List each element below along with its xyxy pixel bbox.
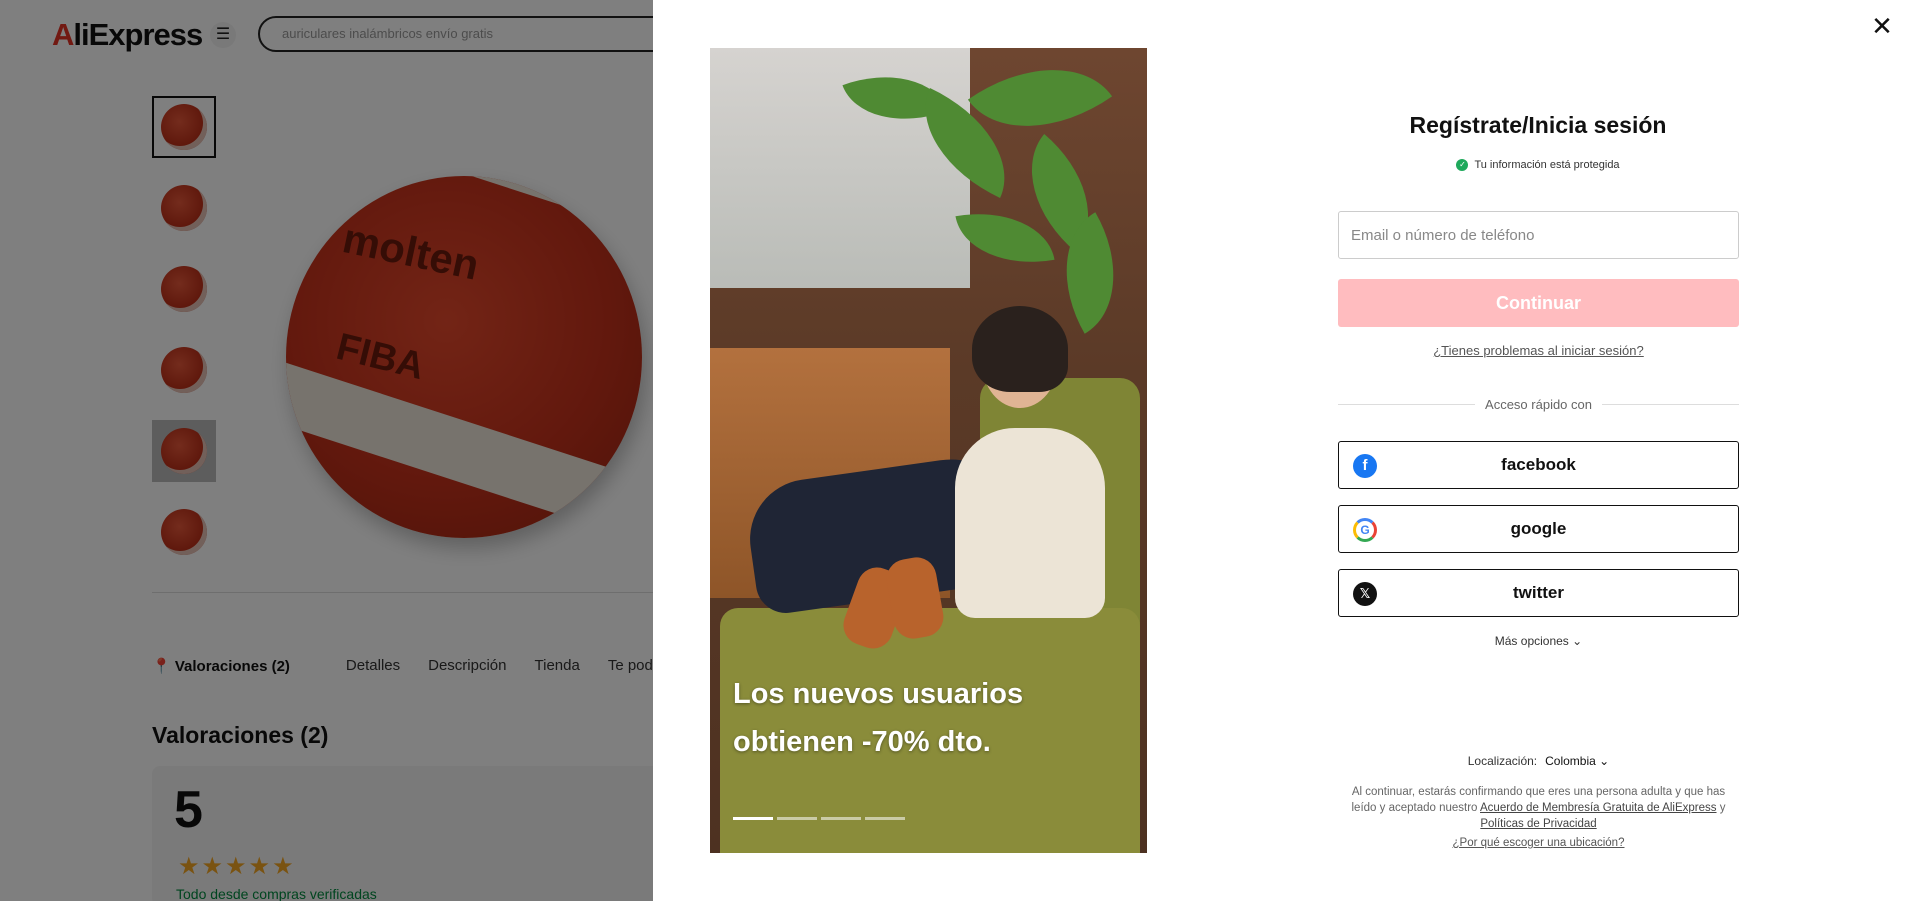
shield-check-icon: ✓: [1456, 159, 1469, 171]
location-value: Colombia: [1545, 754, 1596, 768]
google-login-button[interactable]: G google: [1338, 505, 1739, 553]
location-selector: Localización: Colombia ⌄: [1338, 754, 1739, 768]
quick-access-label: Acceso rápido con: [1485, 397, 1592, 412]
carousel-dot-4[interactable]: [865, 817, 905, 820]
twitter-login-button[interactable]: 𝕏 twitter: [1338, 569, 1739, 617]
carousel-dot-3[interactable]: [821, 817, 861, 820]
chevron-down-icon: ⌄: [1572, 634, 1583, 648]
membership-agreement-link[interactable]: Acuerdo de Membresía Gratuita de AliExpr…: [1480, 802, 1717, 814]
carousel-dot-1[interactable]: [733, 817, 773, 820]
login-title: Regístrate/Inicia sesión: [1409, 112, 1667, 138]
twitter-label: twitter: [1513, 583, 1564, 602]
legal-and: y: [1719, 802, 1726, 814]
carousel-indicators: [733, 817, 905, 820]
promo-headline: Los nuevos usuarios obtienen -70% dto.: [733, 678, 1024, 758]
protected-text: Tu información está protegida: [1474, 159, 1620, 171]
close-icon[interactable]: ✕: [1870, 13, 1894, 39]
location-dropdown[interactable]: Colombia ⌄: [1545, 754, 1609, 768]
privacy-policy-link[interactable]: Políticas de Privacidad: [1480, 818, 1596, 830]
location-label: Localización:: [1467, 754, 1538, 768]
more-options-toggle[interactable]: Más opciones ⌄: [1338, 634, 1739, 648]
why-location-link[interactable]: ¿Por qué escoger una ubicación?: [1338, 837, 1739, 849]
facebook-label: facebook: [1501, 455, 1576, 474]
legal-notice: Al continuar, estarás confirmando que er…: [1338, 784, 1739, 832]
carousel-dot-2[interactable]: [777, 817, 817, 820]
email-or-phone-input[interactable]: [1338, 211, 1739, 259]
more-options-label: Más opciones: [1494, 634, 1569, 648]
chevron-down-icon: ⌄: [1599, 754, 1610, 768]
continue-button[interactable]: Continuar: [1338, 279, 1739, 327]
login-trouble-link[interactable]: ¿Tienes problemas al iniciar sesión?: [1338, 343, 1739, 358]
facebook-login-button[interactable]: f facebook: [1338, 441, 1739, 489]
promo-banner: Los nuevos usuarios obtienen -70% dto.: [710, 48, 1147, 853]
quick-access-divider: Acceso rápido con: [1338, 397, 1740, 412]
protected-notice: ✓ Tu información está protegida: [1338, 159, 1738, 171]
google-label: google: [1510, 519, 1567, 538]
